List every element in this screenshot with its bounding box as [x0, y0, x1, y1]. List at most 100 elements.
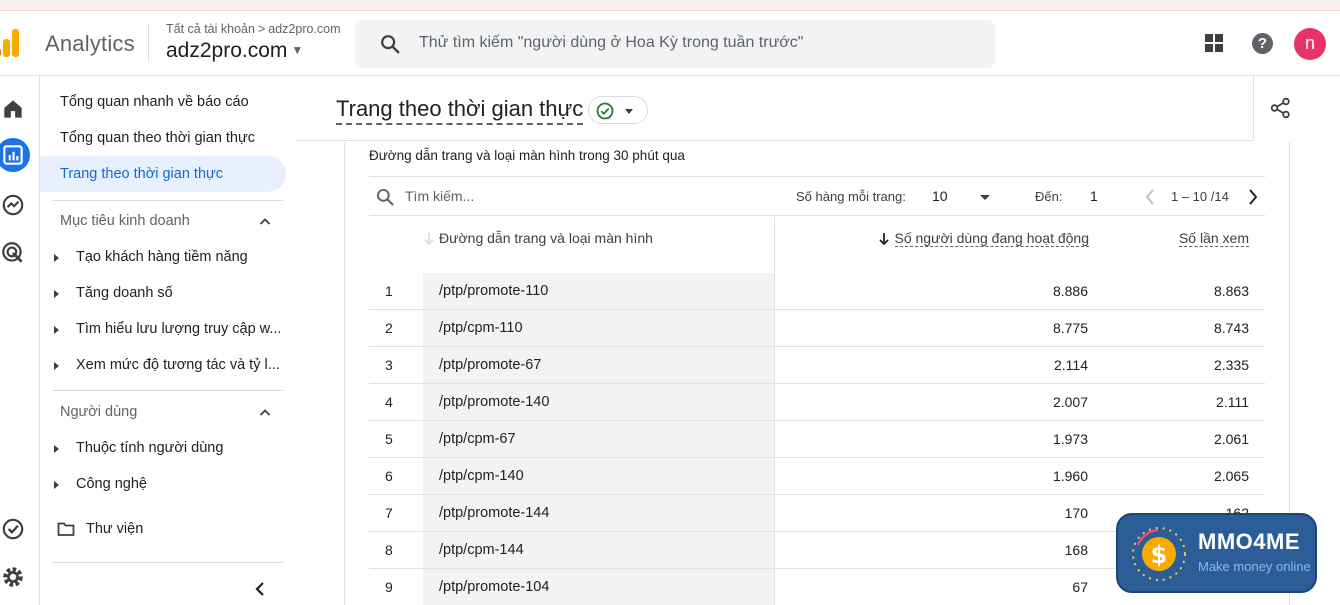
table-row[interactable]: 6/ptp/cpm-140 1.960 2.065 — [369, 458, 1265, 495]
nav-item-generate-leads[interactable]: Tạo khách hàng tiềm năng — [76, 249, 286, 265]
dropdown-arrow-icon[interactable] — [980, 195, 990, 200]
row-index: 2 — [385, 320, 393, 336]
expand-arrow-icon[interactable] — [54, 362, 59, 370]
explore-icon[interactable] — [0, 192, 26, 218]
row-path: /ptp/cpm-110 — [439, 320, 523, 336]
chevron-left-icon[interactable] — [1143, 188, 1157, 206]
chevron-right-icon[interactable] — [1246, 188, 1260, 206]
row-index: 4 — [385, 394, 393, 410]
row-path-cell: /ptp/cpm-67 — [423, 421, 774, 457]
search-icon — [376, 188, 394, 206]
breadcrumb[interactable]: Tất cả tài khoản > adz2pro.com — [166, 22, 341, 36]
search-icon — [381, 35, 400, 54]
nav-section-business-objectives[interactable]: Mục tiêu kinh doanh — [60, 213, 190, 229]
configure-icon[interactable] — [0, 516, 26, 542]
expand-arrow-icon[interactable] — [54, 445, 59, 453]
app-header: Analytics Tất cả tài khoản > adz2pro.com a… — [0, 11, 1340, 76]
row-views: 2.335 — [1213, 357, 1249, 373]
left-rail — [0, 76, 40, 605]
breadcrumb-all-accounts[interactable]: Tất cả tài khoản — [166, 22, 255, 36]
account-selector[interactable]: adz2pro.com ▼ — [166, 39, 303, 63]
nav-divider — [52, 562, 283, 563]
nav-item-drive-sales[interactable]: Tăng doanh số — [76, 285, 286, 301]
column-divider — [774, 384, 775, 421]
nav-section-user[interactable]: Người dùng — [60, 404, 137, 420]
expand-arrow-icon[interactable] — [54, 326, 59, 334]
row-index: 8 — [385, 542, 393, 558]
row-path: /ptp/promote-67 — [439, 357, 542, 373]
row-views: 2.061 — [1213, 431, 1249, 447]
search-bar[interactable]: Thử tìm kiếm "người dùng ở Hoa Kỳ trong … — [355, 20, 995, 68]
row-path: /ptp/promote-144 — [439, 505, 550, 521]
expand-arrow-icon[interactable] — [54, 290, 59, 298]
row-active-users: 1.973 — [1052, 431, 1088, 447]
row-path: /ptp/cpm-140 — [439, 468, 524, 484]
nav-item-realtime-pages[interactable]: Trang theo thời gian thực — [60, 166, 223, 182]
watermark-badge: $ MMO4ME Make money online — [1116, 513, 1317, 593]
search-input[interactable]: Thử tìm kiếm "người dùng ở Hoa Kỳ trong … — [419, 34, 803, 52]
breadcrumb-chevron-icon: > — [257, 22, 266, 36]
nav-item-user-attributes[interactable]: Thuộc tính người dùng — [76, 440, 286, 456]
table-search-input[interactable]: Tìm kiếm... — [405, 188, 474, 204]
goto-label: Đến: — [1035, 189, 1063, 204]
status-chip[interactable] — [588, 96, 648, 124]
watermark-brand: MMO4ME — [1198, 529, 1300, 554]
column-divider — [774, 310, 775, 347]
share-icon[interactable] — [1270, 97, 1291, 119]
nav-item-library[interactable]: Thư viện — [86, 521, 296, 537]
column-header-page-path[interactable]: Đường dẫn trang và loại màn hình — [423, 217, 774, 273]
nav-item-traffic[interactable]: Tìm hiểu lưu lượng truy cập w... — [76, 321, 286, 337]
sort-down-arrow-icon[interactable] — [878, 232, 890, 246]
rows-per-page-select[interactable]: 10 — [932, 188, 948, 204]
column-divider — [774, 569, 775, 605]
table-row[interactable]: 3/ptp/promote-67 2.114 2.335 — [369, 347, 1265, 384]
index-header — [369, 217, 423, 273]
collapse-chevron-left-icon[interactable] — [254, 581, 266, 597]
help-icon[interactable]: ? — [1252, 33, 1273, 54]
table-row[interactable]: 5/ptp/cpm-67 1.973 2.061 — [369, 421, 1265, 458]
row-views: 2.111 — [1216, 394, 1249, 410]
title-divider — [296, 140, 1253, 141]
table-row[interactable]: 2/ptp/cpm-110 8.775 8.743 — [369, 310, 1265, 347]
breadcrumb-account[interactable]: adz2pro.com — [268, 22, 340, 36]
row-index: 9 — [385, 579, 393, 595]
home-icon[interactable] — [0, 96, 26, 122]
avatar[interactable]: n — [1294, 28, 1326, 60]
nav-item-reports-snapshot[interactable]: Tổng quan nhanh về báo cáo — [60, 94, 249, 110]
card-title: Đường dẫn trang và loại màn hình trong 3… — [369, 148, 685, 163]
svg-text:$: $ — [1151, 541, 1168, 569]
row-active-users: 67 — [1072, 579, 1088, 595]
row-path: /ptp/cpm-144 — [439, 542, 524, 558]
row-views: 2.065 — [1213, 468, 1249, 484]
row-path-cell: /ptp/promote-67 — [423, 347, 774, 383]
expand-arrow-icon[interactable] — [54, 254, 59, 262]
column-header-views[interactable]: Số lần xem — [1178, 230, 1249, 247]
row-index: 7 — [385, 505, 393, 521]
advertising-icon[interactable] — [0, 240, 26, 266]
table-toolbar: Tìm kiếm... Số hàng mỗi trang: 10 Đến: 1… — [369, 176, 1265, 216]
column-header-active-users[interactable]: Số người dùng đang hoạt động — [894, 230, 1089, 247]
row-active-users: 8.775 — [1052, 320, 1088, 336]
gear-icon[interactable] — [0, 564, 26, 590]
table-row[interactable]: 4/ptp/promote-140 2.007 2.111 — [369, 384, 1265, 421]
goto-input[interactable]: 1 — [1090, 188, 1098, 204]
column-divider — [774, 273, 775, 310]
analytics-logo-icon[interactable] — [0, 29, 26, 57]
dropdown-arrow-icon — [625, 109, 633, 114]
row-views: 8.743 — [1213, 320, 1249, 336]
apps-grid-icon[interactable] — [1205, 34, 1223, 52]
row-path-cell: /ptp/promote-140 — [423, 384, 774, 420]
column-divider — [774, 217, 775, 273]
nav-item-tech[interactable]: Công nghệ — [76, 476, 286, 492]
table-row[interactable]: 1/ptp/promote-110 8.886 8.863 — [369, 273, 1265, 310]
nav-divider — [52, 200, 283, 201]
row-active-users: 1.960 — [1052, 468, 1088, 484]
chevron-up-icon[interactable] — [259, 216, 271, 228]
folder-icon — [57, 522, 75, 536]
expand-arrow-icon[interactable] — [54, 481, 59, 489]
nav-item-realtime-overview[interactable]: Tổng quan theo thời gian thực — [60, 130, 255, 146]
row-index: 3 — [385, 357, 393, 373]
row-path-cell: /ptp/cpm-110 — [423, 310, 774, 346]
chevron-up-icon[interactable] — [259, 407, 271, 419]
nav-item-engagement[interactable]: Xem mức độ tương tác và tỷ l... — [76, 357, 286, 373]
